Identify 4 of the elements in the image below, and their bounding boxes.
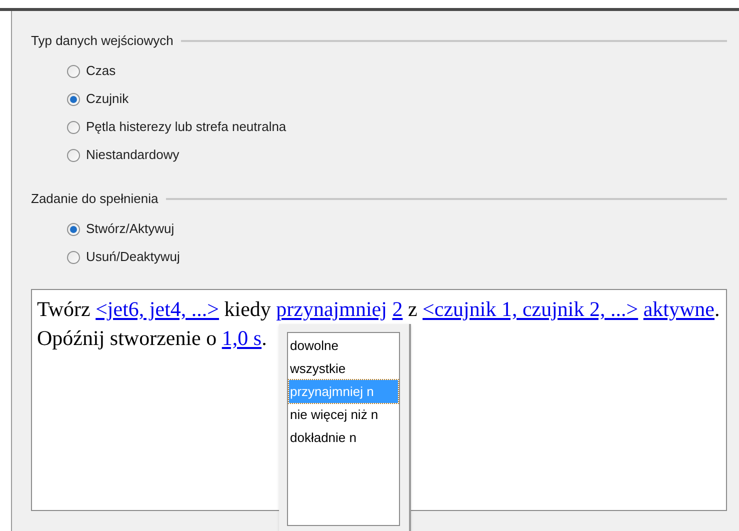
rule-sentence: Opóźnij stworzenie o 1,0 s. <box>37 325 267 352</box>
rule-sentence: Twórz <jet6, jet4, ...> kiedy przynajmniej 2 z <czujnik 1, czujnik 2, ...> aktywne. <box>37 296 720 323</box>
group-title: Zadanie do spełnienia <box>31 190 158 208</box>
group-title: Typ danych wejściowych <box>31 32 174 50</box>
